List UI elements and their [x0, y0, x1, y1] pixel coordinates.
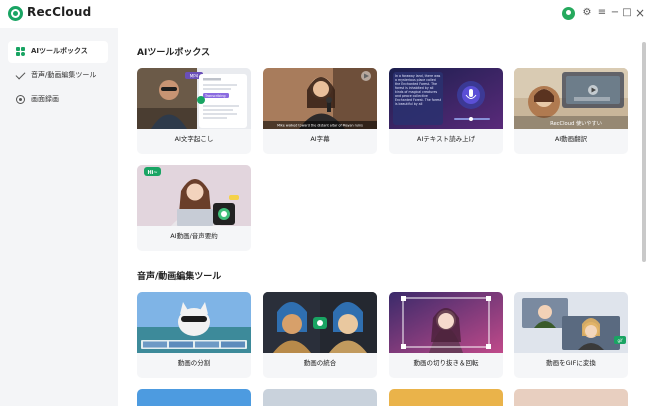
title-bar: RecCloud ⚙ ≡ − □ ×	[0, 0, 650, 28]
card-video-to-gif[interactable]: gif 動画をGIFに変換	[514, 292, 628, 378]
close-button[interactable]: ×	[634, 6, 646, 20]
reccloud-logo-icon	[8, 6, 23, 21]
card-partial[interactable]	[514, 389, 628, 406]
card-label: AI動画/音声要約	[170, 232, 218, 240]
card-label: 動画の統合	[303, 359, 337, 367]
transcription-thumbnail: MP4 Transcribing	[137, 68, 251, 129]
card-label: AIテキスト読み上げ	[416, 135, 476, 143]
tts-thumbnail: In a faraway land, there was a mysteriou…	[389, 68, 503, 129]
card-ai-transcription[interactable]: MP4 Transcribing AI文字起こし	[137, 68, 251, 154]
menu-icon[interactable]: ≡	[596, 6, 608, 20]
minimize-button[interactable]: −	[609, 6, 621, 20]
card-ai-video-translation[interactable]: RecCloud 使いやすい AI動画翻訳	[514, 68, 628, 154]
mp4-badge: MP4	[190, 73, 199, 78]
scrollbar[interactable]	[642, 42, 646, 262]
card-label: AI動画翻訳	[554, 135, 588, 143]
card-ai-subtitles[interactable]: Mike walked toward the distant altar of …	[263, 68, 377, 154]
sidebar-item-label: 画面録画	[31, 95, 59, 103]
sidebar: AIツールボックス 音声/動画編集ツール 画面録画	[0, 28, 118, 406]
card-ai-summary[interactable]: Hi~ AI動画/音声要約	[137, 165, 251, 251]
sidebar-item-screen-recording[interactable]: 画面録画	[8, 89, 108, 111]
tts-text: In a faraway land, there was a mysteriou…	[395, 74, 441, 106]
summary-thumbnail: Hi~	[137, 165, 251, 226]
translation-thumbnail: RecCloud 使いやすい	[514, 68, 628, 129]
record-icon	[16, 95, 25, 104]
user-avatar-icon[interactable]	[562, 7, 575, 20]
subtitles-thumbnail: Mike walked toward the distant altar of …	[263, 68, 377, 129]
maximize-button[interactable]: □	[621, 6, 633, 20]
card-ai-text-to-speech[interactable]: In a faraway land, there was a mysteriou…	[389, 68, 503, 154]
sidebar-item-editing-tools[interactable]: 音声/動画編集ツール	[8, 65, 108, 87]
card-video-merge[interactable]: 動画の統合	[263, 292, 377, 378]
grid-icon	[16, 47, 25, 56]
split-thumbnail	[137, 292, 251, 353]
sidebar-item-label: 音声/動画編集ツール	[31, 71, 97, 79]
card-label: 動画をGIFに変換	[546, 359, 596, 367]
transcribing-badge: Transcribing	[204, 94, 226, 98]
app-title: RecCloud	[27, 5, 92, 19]
card-partial[interactable]	[137, 389, 251, 406]
card-video-crop-rotate[interactable]: 動画の切り抜き＆回転	[389, 292, 503, 378]
card-label: 動画の切り抜き＆回転	[413, 359, 479, 367]
hi-badge: Hi~	[147, 170, 157, 176]
card-label: AI文字起こし	[174, 135, 214, 143]
gif-thumbnail: gif	[514, 292, 628, 353]
subtitle-caption: Mike walked toward the distant altar of …	[277, 124, 363, 128]
section-title-ai-toolbox: AIツールボックス	[137, 48, 211, 58]
card-partial[interactable]	[263, 389, 377, 406]
card-video-split[interactable]: 動画の分割	[137, 292, 251, 378]
gif-badge: gif	[617, 338, 623, 343]
translation-caption: RecCloud 使いやすい	[550, 119, 602, 127]
sidebar-item-label: AIツールボックス	[31, 47, 88, 55]
app-window: RecCloud ⚙ ≡ − □ × AIツールボックス 音声/動画編集ツール …	[0, 0, 650, 406]
sidebar-item-ai-toolbox[interactable]: AIツールボックス	[8, 41, 108, 63]
settings-icon[interactable]: ⚙	[581, 6, 593, 20]
main-content: AIツールボックス MP4 Transcribing AI文字起こし Mike …	[118, 28, 650, 406]
pencil-icon	[15, 69, 26, 80]
card-label: AI字幕	[310, 135, 330, 143]
crop-thumbnail	[389, 292, 503, 353]
card-label: 動画の分割	[177, 359, 211, 367]
section-title-editing-tools: 音声/動画編集ツール	[137, 272, 222, 282]
merge-thumbnail	[263, 292, 377, 353]
card-partial[interactable]	[389, 389, 503, 406]
